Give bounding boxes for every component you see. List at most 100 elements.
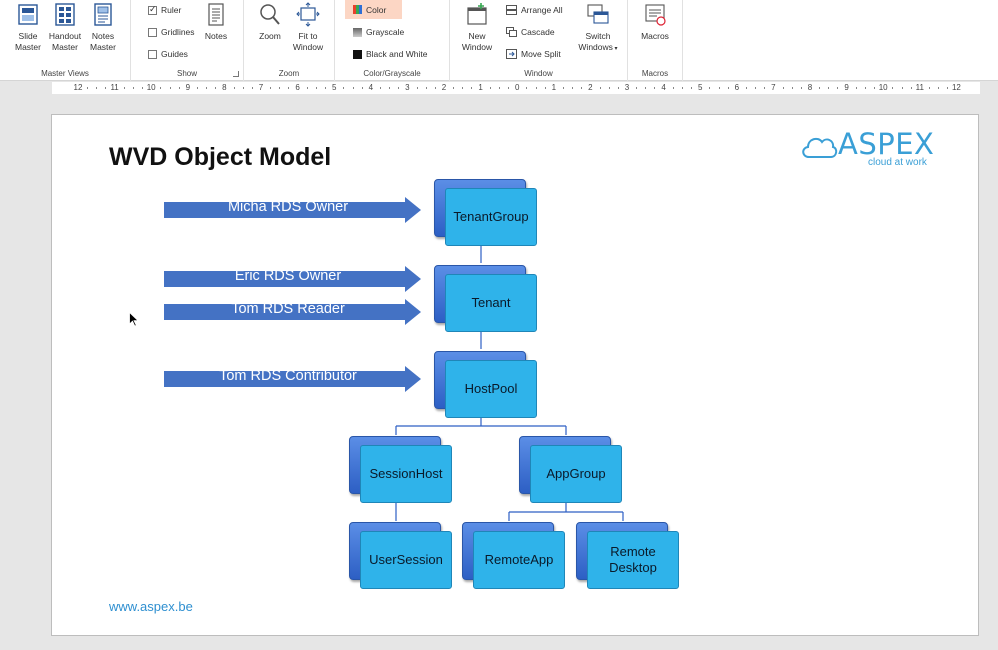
cascade-button[interactable]: Cascade (506, 23, 555, 41)
group-label-zoom: Zoom (278, 69, 300, 78)
grayscale-label: Grayscale (366, 27, 405, 37)
zoom-magnifier-icon (260, 4, 280, 25)
ruler-tick-label: 1 (478, 83, 483, 92)
ruler-tick-label: 9 (185, 83, 191, 92)
color-button[interactable]: Color (345, 0, 402, 19)
cloud-icon (802, 137, 838, 158)
ruler-tick-label: 2 (441, 83, 447, 92)
ruler-minor-tick (361, 87, 363, 89)
macros-button[interactable]: Macros (636, 2, 674, 42)
gridlines-check-icon (148, 27, 157, 37)
grayscale-button[interactable]: Grayscale (353, 23, 404, 41)
node-remoteapp[interactable]: RemoteApp (462, 522, 565, 590)
ruler-minor-tick (87, 87, 89, 89)
ruler-label: Ruler (161, 5, 182, 15)
macros-label: Macros (641, 31, 669, 41)
grayscale-swatch-icon (353, 27, 362, 37)
ruler-minor-tick (132, 87, 134, 89)
notes-master-button[interactable]: Notes Master (84, 2, 122, 53)
ruler-tick-label: 4 (661, 83, 666, 92)
ruler-tick-label: 11 (915, 83, 924, 92)
ruler-minor-tick (96, 87, 98, 89)
move-split-button[interactable]: Move Split (506, 45, 561, 63)
ruler-minor-tick (800, 87, 802, 89)
node-remote-desktop[interactable]: Remote Desktop (576, 522, 679, 590)
zoom-button[interactable]: Zoom (251, 2, 289, 42)
node-hostpool[interactable]: HostPool (434, 351, 537, 419)
ruler-minor-tick (727, 87, 729, 89)
ruler-minor-tick (453, 87, 455, 89)
ruler-tick-label: 12 (73, 83, 83, 92)
ruler-minor-tick (755, 87, 757, 89)
ruler-minor-tick (306, 87, 308, 89)
color-swatch-icon (353, 5, 362, 14)
handout-master-button[interactable]: Handout Master (46, 2, 84, 53)
ruler-minor-tick (782, 87, 784, 89)
new-window-icon (467, 3, 487, 25)
ruler-tick-label: 10 (878, 83, 888, 92)
ruler-minor-tick (471, 87, 473, 89)
ruler-minor-tick (855, 87, 857, 89)
footer-url[interactable]: www.aspex.be (109, 599, 193, 614)
role-arrow-label: Micha RDS Owner (227, 199, 349, 215)
ruler-minor-tick (498, 87, 500, 89)
ruler-tick-label: 9 (844, 83, 849, 92)
role-arrow-label: Eric RDS Owner (234, 268, 342, 284)
slide-master-label-2: Master (15, 42, 41, 52)
black-and-white-button[interactable]: Black and White (353, 45, 427, 63)
guides-check-icon (148, 49, 157, 59)
notes-master-label-2: Master (90, 42, 116, 52)
slide-canvas[interactable]: WVD Object Model ASPEX cloud at work Mic… (51, 114, 979, 636)
ruler-minor-tick (947, 87, 949, 89)
handout-master-icon (55, 3, 75, 26)
ruler-tick-label: 6 (734, 83, 740, 92)
role-arrow-label: Tom RDS Contributor (219, 368, 357, 384)
ruler-minor-tick (681, 87, 683, 89)
fit-to-window-button[interactable]: Fit to Window (289, 2, 327, 53)
ruler-minor-tick (617, 87, 619, 89)
node-label: SessionHost (360, 445, 452, 503)
ruler-minor-tick (819, 87, 821, 89)
role-arrow: Tom RDS Contributor (164, 366, 421, 392)
notes-button[interactable]: Notes (197, 2, 235, 42)
switch-windows-button[interactable]: Switch Windows ▾ (578, 2, 618, 55)
role-arrow-label: Tom RDS Reader (231, 301, 345, 317)
ruler-minor-tick (645, 87, 647, 89)
ruler-minor-tick (379, 87, 381, 89)
node-label: RemoteApp (473, 531, 565, 589)
group-label-color-grayscale: Color/Grayscale (363, 69, 421, 78)
node-appgroup[interactable]: AppGroup (519, 436, 622, 504)
new-window-button[interactable]: New Window (458, 2, 496, 53)
black-and-white-label: Black and White (366, 49, 428, 59)
horizontal-ruler[interactable]: 12 11 10 9 8 7 6 5 4 3 2 1 0 1 2 3 4 5 6 7 8 9 10 11 12 (52, 82, 980, 94)
ruler-tick-label: 11 (110, 83, 119, 92)
move-split-icon (506, 49, 517, 59)
ruler-tick-label: 12 (951, 83, 961, 92)
role-arrow: Eric RDS Owner (164, 266, 421, 292)
group-master-views: Slide Master Handout Master Notes Master… (0, 0, 131, 81)
ruler-minor-tick (745, 87, 747, 89)
node-tenant[interactable]: Tenant (434, 265, 537, 333)
ruler-minor-tick (352, 87, 354, 89)
group-label-show: Show (176, 69, 197, 78)
ruler-minor-tick (325, 87, 327, 89)
node-tenantgroup[interactable]: TenantGroup (434, 179, 537, 247)
ruler-tick-label: 10 (146, 83, 156, 92)
slide-master-button[interactable]: Slide Master (9, 2, 47, 53)
aspex-logo: ASPEX cloud at work (800, 127, 936, 169)
logo-tagline: cloud at work (868, 157, 927, 168)
new-window-label-1: New (468, 31, 486, 41)
ruler-minor-tick (535, 87, 537, 89)
ruler-minor-tick (544, 87, 546, 89)
slide-master-label-1: Slide (18, 31, 38, 41)
ruler-minor-tick (389, 87, 391, 89)
ruler-minor-tick (315, 87, 317, 89)
arrange-all-button[interactable]: Arrange All (506, 1, 563, 19)
node-usersession[interactable]: UserSession (349, 522, 452, 590)
ruler-checkbox[interactable]: Ruler (148, 1, 181, 19)
notes-master-icon (94, 3, 112, 26)
node-sessionhost[interactable]: SessionHost (349, 436, 452, 504)
gridlines-checkbox[interactable]: Gridlines (148, 23, 195, 41)
show-dialog-launcher-icon[interactable] (233, 71, 239, 77)
guides-checkbox[interactable]: Guides (148, 45, 188, 63)
